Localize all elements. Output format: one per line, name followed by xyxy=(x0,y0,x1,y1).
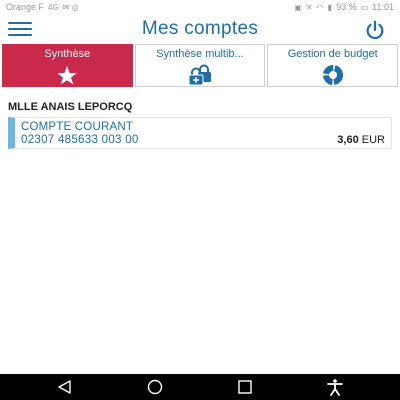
clock-label: 11:01 xyxy=(372,2,394,12)
power-icon[interactable] xyxy=(364,19,386,41)
tile-multibanque-label: Synthèse multib... xyxy=(156,48,244,60)
lock-icon xyxy=(188,64,211,86)
tile-synthese-multibanque[interactable]: Synthèse multib... xyxy=(134,44,266,87)
page-title: Mes comptes xyxy=(141,18,259,39)
balance-amount: 3,60 xyxy=(337,134,359,146)
account-type: COMPTE COURANT xyxy=(21,121,134,133)
shortcut-tiles: Synthèse Synthèse multib... Gestion de b… xyxy=(2,44,399,87)
donut-chart-icon xyxy=(322,65,343,85)
notification-icon: ✉ ◎ xyxy=(62,2,79,12)
account-number: 02307 485633 003 00 xyxy=(21,134,139,146)
carrier-label: Orange F xyxy=(6,2,45,12)
battery-icon: ▭ xyxy=(360,2,369,12)
signal-bars-icon: ▮ xyxy=(327,2,333,12)
account-balance: 3,60 EUR xyxy=(337,134,385,146)
tile-gestion-budget[interactable]: Gestion de budget xyxy=(267,44,399,87)
status-bar: Orange F 4G ✉ ◎ ▣ ✕ ◠ ▮ 93 % ▭ 11:01 xyxy=(0,0,400,14)
hamburger-icon[interactable] xyxy=(8,22,32,36)
battery-label: 93 % xyxy=(336,2,357,12)
recent-apps-icon[interactable] xyxy=(234,378,256,396)
account-holder-name: MLLE ANAIS LEPORCQ xyxy=(8,101,133,113)
tile-synthese[interactable]: Synthèse xyxy=(2,44,133,87)
accessibility-icon[interactable] xyxy=(324,378,346,396)
nfc-icon: ▣ xyxy=(294,2,302,12)
navigation-bar xyxy=(0,374,400,400)
home-icon[interactable] xyxy=(144,378,166,396)
back-icon[interactable] xyxy=(54,378,76,396)
star-icon xyxy=(57,66,78,85)
mute-icon: ✕ xyxy=(305,2,313,12)
tile-budget-label: Gestion de budget xyxy=(287,48,378,60)
balance-currency: EUR xyxy=(361,134,385,146)
app-header: Mes comptes xyxy=(0,14,400,44)
tile-synthese-label: Synthèse xyxy=(44,48,91,60)
account-card[interactable]: COMPTE COURANT 02307 485633 003 00 3,60 … xyxy=(8,117,392,149)
signal-label: 4G xyxy=(48,2,59,12)
wifi-icon: ◠ xyxy=(316,2,324,12)
